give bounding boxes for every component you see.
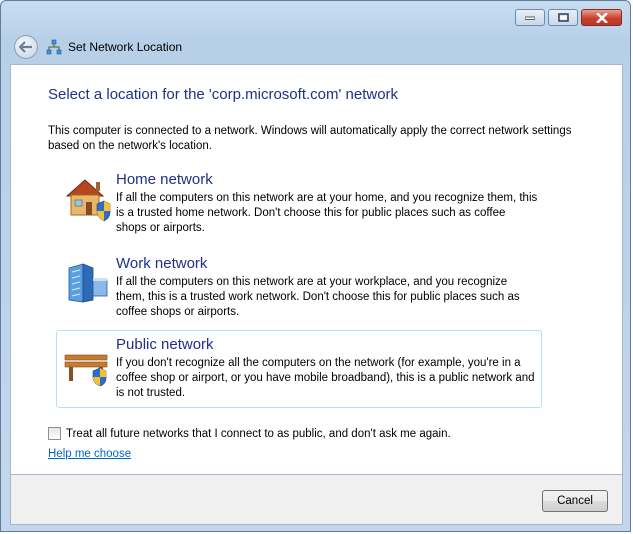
close-button[interactable] xyxy=(581,9,622,26)
close-icon xyxy=(595,12,608,23)
treat-public-row: Treat all future networks that I connect… xyxy=(48,427,451,440)
minimize-icon xyxy=(525,16,535,20)
public-network-icon xyxy=(64,354,108,387)
dialog-header: Set Network Location xyxy=(10,31,623,63)
caption-buttons xyxy=(515,9,622,26)
page-heading: Select a location for the 'corp.microsof… xyxy=(48,86,399,103)
option-description: If you don't recognize all the computers… xyxy=(116,357,535,399)
back-button[interactable] xyxy=(14,35,38,59)
button-bar: Cancel xyxy=(10,475,623,525)
option-description: If all the computers on this network are… xyxy=(116,192,538,234)
treat-public-label[interactable]: Treat all future networks that I connect… xyxy=(66,428,451,440)
content-panel: Select a location for the 'corp.microsof… xyxy=(10,64,623,475)
treat-public-checkbox[interactable] xyxy=(48,427,61,440)
window-title: Set Network Location xyxy=(68,40,183,54)
help-me-choose-link[interactable]: Help me choose xyxy=(48,448,131,460)
minimize-button[interactable] xyxy=(515,9,545,26)
maximize-button[interactable] xyxy=(548,9,578,26)
back-arrow-icon xyxy=(19,41,32,53)
work-network-icon xyxy=(68,263,108,303)
network-icon xyxy=(46,39,62,55)
option-home-network[interactable]: Home network If all the computers on thi… xyxy=(56,165,542,243)
option-description: If all the computers on this network are… xyxy=(116,276,520,318)
option-public-network[interactable]: Public network If you don't recognize al… xyxy=(56,330,542,408)
option-title: Public network xyxy=(116,336,214,353)
option-work-network[interactable]: Work network If all the computers on thi… xyxy=(56,249,542,327)
cancel-button[interactable]: Cancel xyxy=(542,490,608,512)
option-title: Work network xyxy=(116,255,208,272)
maximize-icon xyxy=(557,13,569,22)
option-title: Home network xyxy=(116,171,213,188)
intro-text: This computer is connected to a network.… xyxy=(48,125,572,152)
home-network-icon xyxy=(65,179,111,222)
dialog-window: Set Network Location Select a location f… xyxy=(0,0,631,532)
